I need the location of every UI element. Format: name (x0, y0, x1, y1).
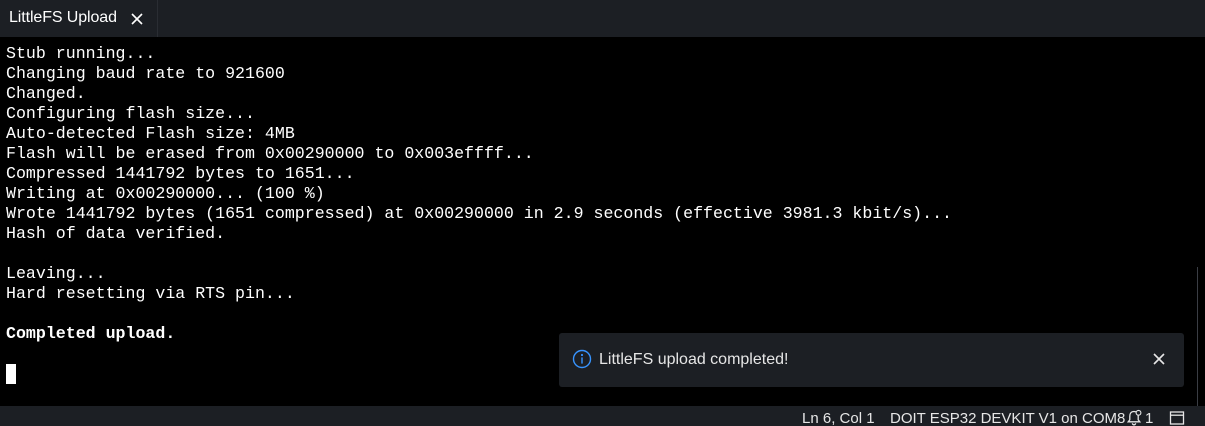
tab-title: LittleFS Upload (9, 9, 117, 26)
close-icon[interactable] (1151, 351, 1167, 367)
console-line: Stub running... (6, 44, 156, 63)
panel-icon[interactable] (1168, 409, 1186, 426)
tab-littlefs-upload[interactable]: LittleFS Upload (0, 0, 158, 37)
close-icon[interactable] (129, 11, 145, 27)
board-selector[interactable]: DOIT ESP32 DEVKIT V1 on COM8 (890, 410, 1125, 426)
notification-count[interactable]: 1 (1145, 410, 1153, 426)
notification-toast: LittleFS upload completed! (559, 333, 1184, 387)
console-line: Writing at 0x00290000... (100 %) (6, 184, 325, 203)
console-line: Flash will be erased from 0x00290000 to … (6, 144, 534, 163)
tab-bar: LittleFS Upload (0, 0, 1205, 37)
console-line-completed: Completed upload. (6, 324, 176, 343)
console-line: Changed. (6, 84, 86, 103)
console-line: Hard resetting via RTS pin... (6, 284, 295, 303)
console-line: Wrote 1441792 bytes (1651 compressed) at… (6, 204, 952, 223)
bell-icon[interactable] (1125, 409, 1143, 426)
console-line: Auto-detected Flash size: 4MB (6, 124, 295, 143)
console-line: Changing baud rate to 921600 (6, 64, 285, 83)
console-line: Hash of data verified. (6, 224, 226, 243)
text-cursor (6, 364, 16, 384)
cursor-position[interactable]: Ln 6, Col 1 (802, 410, 875, 426)
notification-message: LittleFS upload completed! (599, 351, 789, 368)
console-scrollbar[interactable] (1197, 267, 1198, 406)
info-icon (572, 349, 592, 369)
console-line: Configuring flash size... (6, 104, 255, 123)
console-line: Leaving... (6, 264, 106, 283)
status-bar: Ln 6, Col 1 DOIT ESP32 DEVKIT V1 on COM8… (0, 406, 1205, 426)
console-line: Compressed 1441792 bytes to 1651... (6, 164, 355, 183)
